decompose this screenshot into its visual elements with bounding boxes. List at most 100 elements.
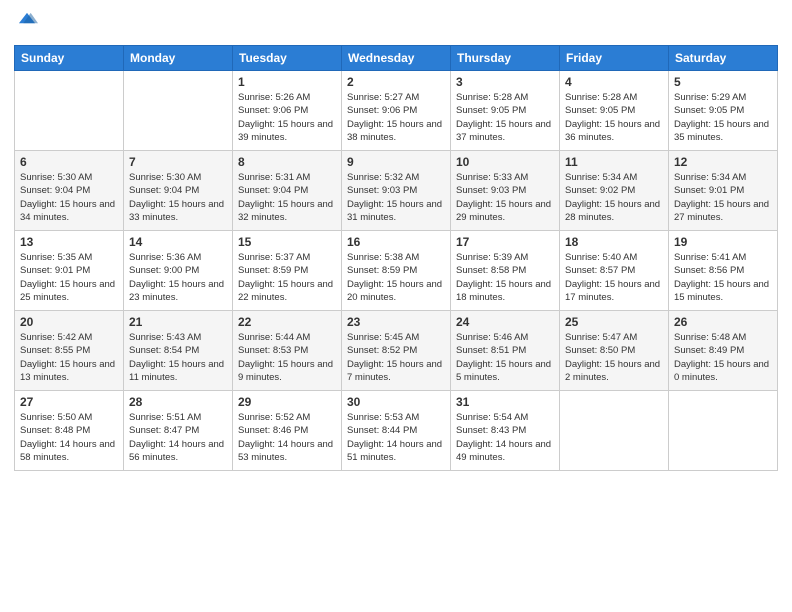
day-number: 3 <box>456 75 554 89</box>
day-number: 22 <box>238 315 336 329</box>
week-row-5: 27 Sunrise: 5:50 AM Sunset: 8:48 PM Dayli… <box>15 391 778 471</box>
day-info: Sunrise: 5:31 AM Sunset: 9:04 PM Dayligh… <box>238 171 336 224</box>
day-number: 4 <box>565 75 663 89</box>
day-number: 13 <box>20 235 118 249</box>
day-info: Sunrise: 5:40 AM Sunset: 8:57 PM Dayligh… <box>565 251 663 304</box>
header <box>14 10 778 37</box>
day-cell: 16 Sunrise: 5:38 AM Sunset: 8:59 PM Dayli… <box>342 231 451 311</box>
day-info: Sunrise: 5:44 AM Sunset: 8:53 PM Dayligh… <box>238 331 336 384</box>
day-cell: 3 Sunrise: 5:28 AM Sunset: 9:05 PM Daylig… <box>451 71 560 151</box>
day-info: Sunrise: 5:43 AM Sunset: 8:54 PM Dayligh… <box>129 331 227 384</box>
day-cell: 23 Sunrise: 5:45 AM Sunset: 8:52 PM Dayli… <box>342 311 451 391</box>
day-info: Sunrise: 5:34 AM Sunset: 9:01 PM Dayligh… <box>674 171 772 224</box>
day-info: Sunrise: 5:28 AM Sunset: 9:05 PM Dayligh… <box>565 91 663 144</box>
day-info: Sunrise: 5:46 AM Sunset: 8:51 PM Dayligh… <box>456 331 554 384</box>
day-cell: 19 Sunrise: 5:41 AM Sunset: 8:56 PM Dayli… <box>669 231 778 311</box>
day-cell: 12 Sunrise: 5:34 AM Sunset: 9:01 PM Dayli… <box>669 151 778 231</box>
day-info: Sunrise: 5:34 AM Sunset: 9:02 PM Dayligh… <box>565 171 663 224</box>
day-cell: 18Sunrise: 5:40 AM Sunset: 8:57 PM Dayli… <box>560 231 669 311</box>
logo <box>14 10 38 37</box>
day-cell: 26 Sunrise: 5:48 AM Sunset: 8:49 PM Dayli… <box>669 311 778 391</box>
day-number: 7 <box>129 155 227 169</box>
day-number: 23 <box>347 315 445 329</box>
day-number: 1 <box>238 75 336 89</box>
day-info: Sunrise: 5:48 AM Sunset: 8:49 PM Dayligh… <box>674 331 772 384</box>
day-cell: 24 Sunrise: 5:46 AM Sunset: 8:51 PM Dayli… <box>451 311 560 391</box>
day-number: 8 <box>238 155 336 169</box>
day-info: Sunrise: 5:41 AM Sunset: 8:56 PM Dayligh… <box>674 251 772 304</box>
day-number: 10 <box>456 155 554 169</box>
day-info: Sunrise: 5:54 AM Sunset: 8:43 PM Dayligh… <box>456 411 554 464</box>
day-cell: 9 Sunrise: 5:32 AM Sunset: 9:03 PM Daylig… <box>342 151 451 231</box>
day-number: 16 <box>347 235 445 249</box>
day-info: Sunrise: 5:35 AM Sunset: 9:01 PM Dayligh… <box>20 251 118 304</box>
day-info: Sunrise: 5:52 AM Sunset: 8:46 PM Dayligh… <box>238 411 336 464</box>
day-number: 24 <box>456 315 554 329</box>
day-cell: 28Sunrise: 5:51 AM Sunset: 8:47 PM Dayli… <box>124 391 233 471</box>
day-cell <box>560 391 669 471</box>
day-cell: 21Sunrise: 5:43 AM Sunset: 8:54 PM Dayli… <box>124 311 233 391</box>
day-info: Sunrise: 5:33 AM Sunset: 9:03 PM Dayligh… <box>456 171 554 224</box>
week-row-2: 6Sunrise: 5:30 AM Sunset: 9:04 PM Daylig… <box>15 151 778 231</box>
day-cell: 27 Sunrise: 5:50 AM Sunset: 8:48 PM Dayli… <box>15 391 124 471</box>
day-number: 25 <box>565 315 663 329</box>
day-info: Sunrise: 5:30 AM Sunset: 9:04 PM Dayligh… <box>129 171 227 224</box>
day-info: Sunrise: 5:28 AM Sunset: 9:05 PM Dayligh… <box>456 91 554 144</box>
day-cell: 4 Sunrise: 5:28 AM Sunset: 9:05 PM Daylig… <box>560 71 669 151</box>
day-info: Sunrise: 5:51 AM Sunset: 8:47 PM Dayligh… <box>129 411 227 464</box>
day-info: Sunrise: 5:38 AM Sunset: 8:59 PM Dayligh… <box>347 251 445 304</box>
week-row-1: 1 Sunrise: 5:26 AM Sunset: 9:06 PM Daylig… <box>15 71 778 151</box>
day-info: Sunrise: 5:39 AM Sunset: 8:58 PM Dayligh… <box>456 251 554 304</box>
day-cell <box>124 71 233 151</box>
day-number: 20 <box>20 315 118 329</box>
day-number: 11 <box>565 155 663 169</box>
day-cell: 30Sunrise: 5:53 AM Sunset: 8:44 PM Dayli… <box>342 391 451 471</box>
logo-icon <box>16 10 38 32</box>
weekday-header-tuesday: Tuesday <box>233 46 342 71</box>
day-info: Sunrise: 5:50 AM Sunset: 8:48 PM Dayligh… <box>20 411 118 464</box>
day-cell: 13 Sunrise: 5:35 AM Sunset: 9:01 PM Dayli… <box>15 231 124 311</box>
week-row-4: 20Sunrise: 5:42 AM Sunset: 8:55 PM Dayli… <box>15 311 778 391</box>
day-info: Sunrise: 5:27 AM Sunset: 9:06 PM Dayligh… <box>347 91 445 144</box>
weekday-header-row: SundayMondayTuesdayWednesdayThursdayFrid… <box>15 46 778 71</box>
day-info: Sunrise: 5:36 AM Sunset: 9:00 PM Dayligh… <box>129 251 227 304</box>
day-number: 29 <box>238 395 336 409</box>
day-cell: 10 Sunrise: 5:33 AM Sunset: 9:03 PM Dayli… <box>451 151 560 231</box>
day-cell: 7 Sunrise: 5:30 AM Sunset: 9:04 PM Daylig… <box>124 151 233 231</box>
calendar-table: SundayMondayTuesdayWednesdayThursdayFrid… <box>14 45 778 471</box>
week-row-3: 13 Sunrise: 5:35 AM Sunset: 9:01 PM Dayli… <box>15 231 778 311</box>
weekday-header-wednesday: Wednesday <box>342 46 451 71</box>
day-number: 2 <box>347 75 445 89</box>
day-number: 12 <box>674 155 772 169</box>
day-cell: 31 Sunrise: 5:54 AM Sunset: 8:43 PM Dayli… <box>451 391 560 471</box>
weekday-header-thursday: Thursday <box>451 46 560 71</box>
day-cell: 1 Sunrise: 5:26 AM Sunset: 9:06 PM Daylig… <box>233 71 342 151</box>
weekday-header-friday: Friday <box>560 46 669 71</box>
page: SundayMondayTuesdayWednesdayThursdayFrid… <box>0 0 792 612</box>
weekday-header-monday: Monday <box>124 46 233 71</box>
day-cell: 29 Sunrise: 5:52 AM Sunset: 8:46 PM Dayli… <box>233 391 342 471</box>
day-info: Sunrise: 5:45 AM Sunset: 8:52 PM Dayligh… <box>347 331 445 384</box>
day-number: 14 <box>129 235 227 249</box>
day-number: 26 <box>674 315 772 329</box>
day-number: 27 <box>20 395 118 409</box>
day-info: Sunrise: 5:29 AM Sunset: 9:05 PM Dayligh… <box>674 91 772 144</box>
day-number: 17 <box>456 235 554 249</box>
weekday-header-sunday: Sunday <box>15 46 124 71</box>
day-cell: 22 Sunrise: 5:44 AM Sunset: 8:53 PM Dayli… <box>233 311 342 391</box>
day-info: Sunrise: 5:26 AM Sunset: 9:06 PM Dayligh… <box>238 91 336 144</box>
day-info: Sunrise: 5:32 AM Sunset: 9:03 PM Dayligh… <box>347 171 445 224</box>
day-cell: 14 Sunrise: 5:36 AM Sunset: 9:00 PM Dayli… <box>124 231 233 311</box>
day-info: Sunrise: 5:30 AM Sunset: 9:04 PM Dayligh… <box>20 171 118 224</box>
day-cell: 15 Sunrise: 5:37 AM Sunset: 8:59 PM Dayli… <box>233 231 342 311</box>
day-number: 31 <box>456 395 554 409</box>
day-number: 19 <box>674 235 772 249</box>
day-cell: 8 Sunrise: 5:31 AM Sunset: 9:04 PM Daylig… <box>233 151 342 231</box>
day-cell: 17 Sunrise: 5:39 AM Sunset: 8:58 PM Dayli… <box>451 231 560 311</box>
weekday-header-saturday: Saturday <box>669 46 778 71</box>
day-number: 30 <box>347 395 445 409</box>
day-number: 9 <box>347 155 445 169</box>
day-cell: 5Sunrise: 5:29 AM Sunset: 9:05 PM Daylig… <box>669 71 778 151</box>
day-info: Sunrise: 5:37 AM Sunset: 8:59 PM Dayligh… <box>238 251 336 304</box>
day-number: 15 <box>238 235 336 249</box>
